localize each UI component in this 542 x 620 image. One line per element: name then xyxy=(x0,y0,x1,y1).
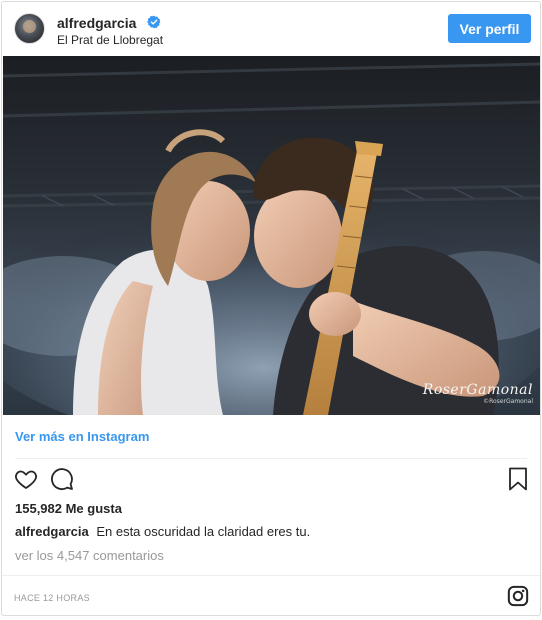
caption-text: En esta oscuridad la claridad eres tu. xyxy=(96,524,311,539)
photo-watermark: RoserGamonal ©RoserGamonal xyxy=(423,382,533,405)
post-caption: alfredgarcia En esta oscuridad la clarid… xyxy=(15,524,310,539)
avatar[interactable] xyxy=(14,13,45,44)
username[interactable]: alfredgarcia xyxy=(57,15,136,31)
location[interactable]: El Prat de Llobregat xyxy=(57,33,163,47)
likes-count[interactable]: 155,982 Me gusta xyxy=(15,501,122,516)
post-photo[interactable]: RoserGamonal ©RoserGamonal xyxy=(3,56,540,415)
post-header: alfredgarcia El Prat de Llobregat Ver pe… xyxy=(2,2,540,56)
divider xyxy=(2,575,540,576)
comment-icon[interactable] xyxy=(50,467,74,491)
divider xyxy=(15,458,527,459)
caption-username[interactable]: alfredgarcia xyxy=(15,524,89,539)
photo-illustration xyxy=(3,62,540,415)
watermark-signature: RoserGamonal xyxy=(422,382,533,398)
watermark-credit: ©RoserGamonal xyxy=(483,398,533,405)
instagram-embed-card: alfredgarcia El Prat de Llobregat Ver pe… xyxy=(1,1,541,616)
verified-badge-icon xyxy=(147,15,161,29)
instagram-icon[interactable] xyxy=(507,585,529,607)
view-profile-button[interactable]: Ver perfil xyxy=(448,14,531,43)
post-timestamp: HACE 12 HORAS xyxy=(14,593,90,603)
view-comments-link[interactable]: ver los 4,547 comentarios xyxy=(15,548,164,563)
view-more-on-instagram-link[interactable]: Ver más en Instagram xyxy=(15,429,149,444)
heart-icon[interactable] xyxy=(14,467,38,491)
bookmark-icon[interactable] xyxy=(508,467,528,491)
